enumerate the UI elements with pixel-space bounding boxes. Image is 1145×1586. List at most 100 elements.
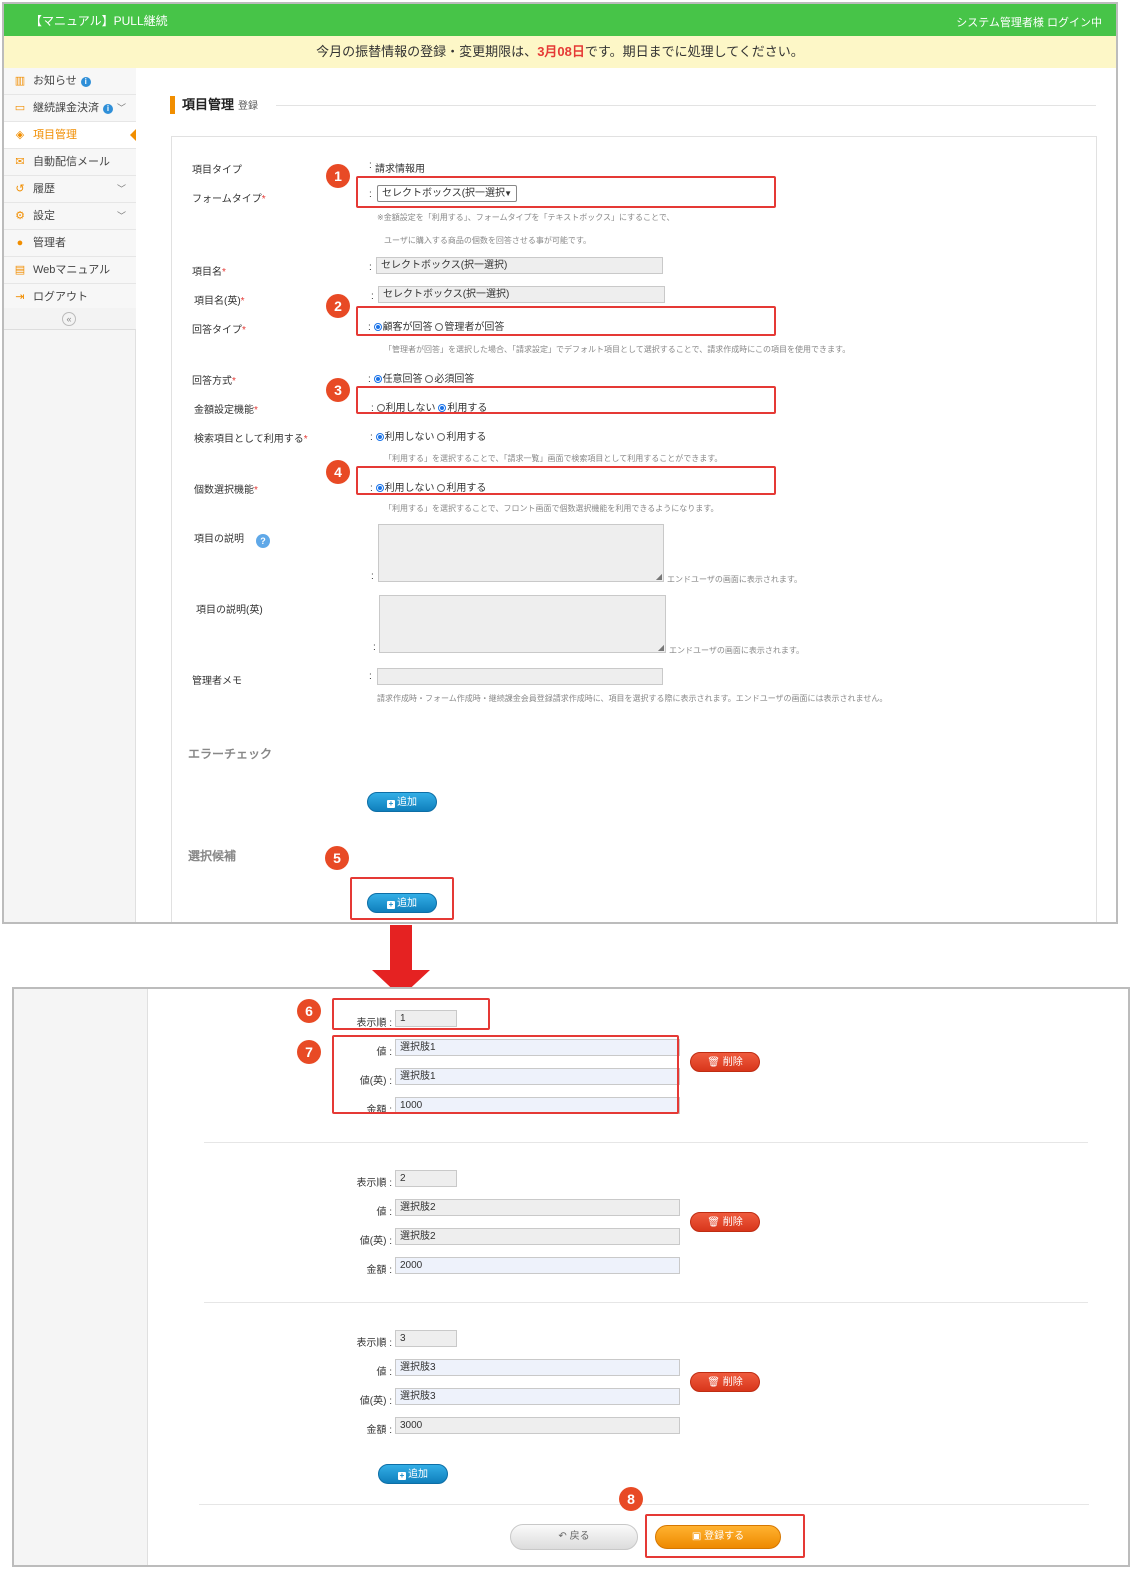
value-en-input[interactable]: 選択肢2 xyxy=(395,1228,680,1245)
delete-button[interactable]: 🗑 削除 xyxy=(690,1372,760,1392)
sidebar-item-history[interactable]: ↺ 履歴 ﹀ xyxy=(4,176,136,203)
logout-icon: ⇥ xyxy=(15,291,25,303)
mail-icon: ✉ xyxy=(15,156,25,168)
choices-title: 選択候補 xyxy=(188,849,237,863)
amount-input[interactable]: 2000 xyxy=(395,1257,680,1274)
notice-prefix: 今月の振替情報の登録・変更期限は、 xyxy=(316,44,538,59)
description-en-label: 項目の説明(英) xyxy=(196,605,263,616)
amount-label: 金額 : xyxy=(366,1265,392,1276)
item-name-label: 項目名* xyxy=(192,267,226,278)
back-button[interactable]: ↶ 戻る xyxy=(510,1524,638,1550)
error-check-add-button[interactable]: + 追加 xyxy=(367,792,437,812)
amount-label: 金額 : xyxy=(366,1425,392,1436)
sidebar-item-items[interactable]: ◈ 項目管理 xyxy=(4,122,137,149)
trash-icon: 🗑 xyxy=(707,1057,720,1068)
item-name-en-label: 項目名(英)* xyxy=(194,296,245,307)
sidebar-item-billing[interactable]: ▭ 継続課金決済 i ﹀ xyxy=(4,95,136,122)
form-type-label: フォームタイプ* xyxy=(192,194,266,205)
cubes-icon: ◈ xyxy=(15,129,25,141)
admin-memo-hint: 請求作成時・フォーム作成時・継続課金会員登録請求作成時に、項目を選択する際に表示… xyxy=(377,694,888,703)
highlight-box-2 xyxy=(356,306,776,336)
highlight-box-4 xyxy=(356,466,776,495)
qty-select-label: 個数選択機能* xyxy=(194,485,258,496)
highlight-box-7 xyxy=(332,1035,679,1114)
sidebar-item-label: ログアウト xyxy=(33,291,88,303)
radio-optional[interactable] xyxy=(373,375,382,383)
collapse-icon[interactable]: « xyxy=(62,312,76,326)
chevron-down-icon: ﹀ xyxy=(116,103,126,113)
value-label: 値 : xyxy=(376,1207,392,1218)
page-title-text: 項目管理 xyxy=(182,97,235,112)
value-en-label: 値(英) : xyxy=(359,1396,392,1407)
sidebar-item-settings[interactable]: ⚙ 設定 ﹀ xyxy=(4,203,136,230)
sidebar-item-news[interactable]: ▥ お知らせ i xyxy=(4,68,136,95)
sidebar-item-label: お知らせ xyxy=(33,75,77,87)
description-en-hint: エンドユーザの画面に表示されます。 xyxy=(669,646,805,655)
sidebar xyxy=(14,989,148,1565)
value-input[interactable]: 選択肢2 xyxy=(395,1199,680,1216)
sidebar-item-manual[interactable]: ▤ Webマニュアル xyxy=(4,257,136,284)
gears-icon: ⚙ xyxy=(15,210,25,222)
answer-method-label: 回答方式* xyxy=(192,376,236,387)
colon: : xyxy=(373,642,376,653)
top-bar: 【マニュアル】PULL継続 システム管理者様 ログイン中 xyxy=(4,4,1116,36)
value-en-input[interactable]: 選択肢3 xyxy=(395,1388,680,1405)
highlight-box-5 xyxy=(350,877,454,920)
sidebar-item-logout[interactable]: ⇥ ログアウト xyxy=(4,284,136,311)
answer-type-label: 回答タイプ* xyxy=(192,325,246,336)
plus-icon: + xyxy=(387,799,395,808)
value-en-label: 値(英) : xyxy=(359,1236,392,1247)
order-input[interactable]: 3 xyxy=(395,1330,457,1347)
footer-divider xyxy=(199,1504,1089,1505)
colon: : xyxy=(369,262,372,273)
highlight-box-6 xyxy=(332,998,490,1030)
delete-button[interactable]: 🗑 削除 xyxy=(690,1052,760,1072)
sidebar: ▥ お知らせ i ▭ 継続課金決済 i ﹀ ◈ 項目管理 ✉ 自動配信メール ↺ 履… xyxy=(4,68,137,922)
help-icon[interactable]: ? xyxy=(256,534,270,548)
sidebar-item-label: Webマニュアル xyxy=(33,264,111,276)
colon: : xyxy=(369,671,372,682)
colon: : xyxy=(371,571,374,582)
arrow-down-icon xyxy=(390,925,412,971)
screenshot-top: 【マニュアル】PULL継続 システム管理者様 ログイン中 今月の振替情報の登録・… xyxy=(2,2,1118,924)
item-type-label: 項目タイプ xyxy=(192,165,242,176)
order-input[interactable]: 2 xyxy=(395,1170,457,1187)
sidebar-item-label: 設定 xyxy=(33,210,55,222)
item-name-en-input[interactable]: セレクトボックス(択一選択) xyxy=(378,286,665,303)
notice-suffix: です。期日までに処理してください。 xyxy=(584,44,804,59)
amount-input[interactable]: 3000 xyxy=(395,1417,680,1434)
history-icon: ↺ xyxy=(15,183,25,195)
description-label: 項目の説明 xyxy=(194,534,244,545)
radio-search-on[interactable] xyxy=(437,433,446,441)
error-check-title: エラーチェック xyxy=(188,747,273,761)
highlight-box-8 xyxy=(645,1514,805,1558)
sidebar-item-label: 管理者 xyxy=(33,237,66,249)
description-textarea[interactable]: ◢ xyxy=(378,524,664,582)
delete-button[interactable]: 🗑 削除 xyxy=(690,1212,760,1232)
sidebar-item-label: 継続課金決済 xyxy=(33,102,99,114)
card-icon: ▭ xyxy=(14,102,26,114)
item-name-input[interactable]: セレクトボックス(択一選択) xyxy=(376,257,663,274)
search-item-hint: 「利用する」を選択することで、「請求一覧」画面で検索項目として利用することができ… xyxy=(384,454,723,463)
radio-search-off[interactable] xyxy=(375,433,384,441)
step-marker-5: 5 xyxy=(325,846,349,870)
radio-required[interactable] xyxy=(425,375,434,383)
order-label: 表示順 : xyxy=(356,1338,392,1349)
row-divider xyxy=(204,1302,1088,1303)
row-divider xyxy=(204,1142,1088,1143)
step-marker-6: 6 xyxy=(297,999,321,1023)
screenshot-bottom: 表示順 : 1 値 : 選択肢1 値(英) : 選択肢1 金額 : 1000 🗑… xyxy=(12,987,1130,1567)
choice-add-button[interactable]: + 追加 xyxy=(378,1464,448,1484)
admin-memo-input[interactable] xyxy=(377,668,663,685)
value-input[interactable]: 選択肢3 xyxy=(395,1359,680,1376)
deadline-notice: 今月の振替情報の登録・変更期限は、3月08日です。期日までに処理してください。 xyxy=(4,36,1116,68)
sidebar-item-mail[interactable]: ✉ 自動配信メール xyxy=(4,149,136,176)
chevron-down-icon: ﹀ xyxy=(116,184,126,194)
sidebar-item-label: 履歴 xyxy=(33,183,55,195)
page-title: 項目管理 登録 xyxy=(170,96,258,114)
resize-grip-icon: ◢ xyxy=(655,572,662,581)
description-en-textarea[interactable]: ◢ xyxy=(379,595,666,653)
user-icon: ● xyxy=(16,237,24,249)
sidebar-item-admin[interactable]: ● 管理者 xyxy=(4,230,136,257)
form-type-hint: ユーザに購入する商品の個数を回答させる事が可能です。 xyxy=(384,236,592,245)
